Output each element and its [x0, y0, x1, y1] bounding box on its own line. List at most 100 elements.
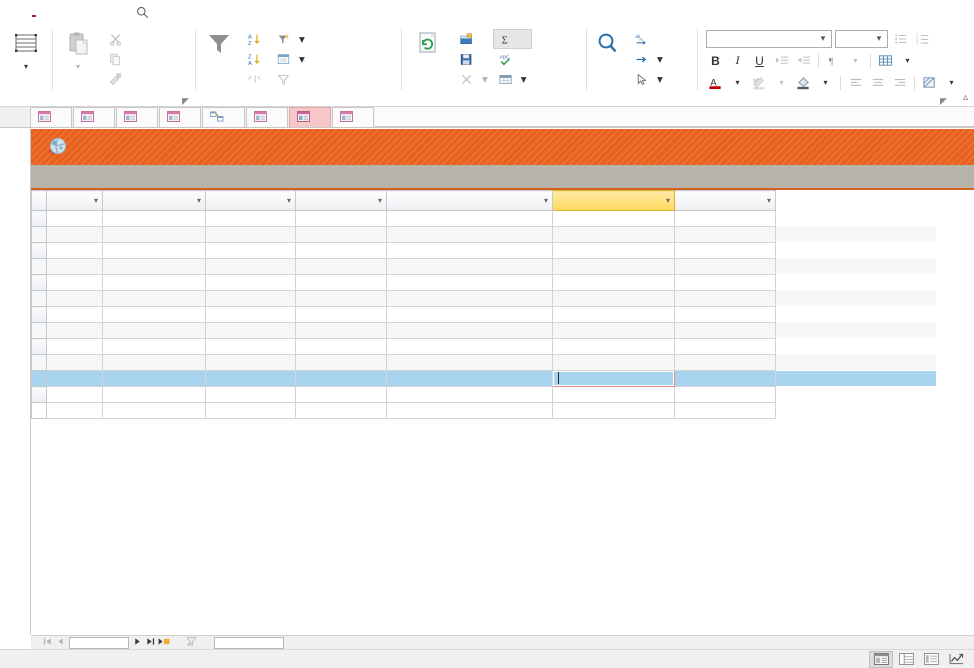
cell-job-title[interactable] [674, 226, 776, 243]
cell-last-name[interactable] [295, 386, 387, 403]
chevron-down-icon[interactable]: ▾ [657, 52, 663, 66]
table-row[interactable] [31, 274, 936, 291]
cell-phone[interactable] [552, 242, 675, 259]
cell-id[interactable] [46, 354, 103, 371]
cell-job-title[interactable] [674, 338, 776, 355]
cell-id[interactable] [46, 306, 103, 323]
doc-tab-home[interactable] [30, 107, 72, 127]
chevron-down-icon[interactable]: ▾ [666, 196, 670, 205]
text-formatting-dialog-launcher[interactable]: ◤ [940, 96, 950, 106]
cell-email[interactable] [386, 370, 553, 387]
cell-phone[interactable] [552, 274, 675, 291]
alternate-row-color-dropdown[interactable]: ▾ [942, 73, 961, 92]
expand-navigation-pane-button[interactable] [0, 106, 30, 127]
bullets-button[interactable] [891, 29, 910, 48]
tell-me-search[interactable] [136, 6, 155, 19]
select-button[interactable]: ▾ [629, 69, 668, 89]
cell-company[interactable] [102, 210, 206, 227]
italic-button[interactable]: I [728, 51, 747, 70]
cell-id[interactable] [46, 226, 103, 243]
cell-new-record[interactable] [46, 386, 103, 403]
row-selector[interactable] [31, 226, 47, 243]
search-input[interactable] [214, 636, 284, 649]
chevron-down-icon[interactable]: ▾ [299, 52, 305, 66]
first-record-button[interactable] [41, 637, 54, 648]
totals-phone[interactable] [552, 402, 675, 419]
cell-first-name[interactable] [205, 258, 296, 275]
chevron-down-icon[interactable]: ▾ [299, 32, 305, 46]
menu-item-home[interactable] [24, 9, 44, 17]
cell-company[interactable] [102, 370, 206, 387]
row-selector[interactable] [31, 322, 47, 339]
cell-id[interactable] [46, 322, 103, 339]
cell-phone[interactable] [552, 210, 675, 227]
cell-email[interactable] [386, 274, 553, 291]
table-row[interactable] [31, 306, 936, 323]
cell-last-name[interactable] [295, 274, 387, 291]
cell-last-name[interactable] [295, 290, 387, 307]
chevron-down-icon[interactable]: ▾ [815, 33, 831, 44]
chevron-down-icon[interactable]: ▾ [544, 196, 548, 205]
chevron-down-icon[interactable]: ▾ [76, 63, 80, 71]
doc-tab-inventory-list[interactable] [73, 107, 115, 127]
cell-company[interactable] [102, 258, 206, 275]
cell-company[interactable] [102, 338, 206, 355]
cell-first-name[interactable] [205, 322, 296, 339]
row-selector[interactable] [31, 290, 47, 307]
column-header-job-title[interactable]: ▾ [674, 190, 776, 211]
cell-email[interactable] [386, 386, 553, 403]
cell-first-name[interactable] [205, 386, 296, 403]
text-highlight-dropdown[interactable]: ▾ [772, 73, 791, 92]
cell-company[interactable] [102, 226, 206, 243]
cell-job-title[interactable] [674, 274, 776, 291]
chevron-down-icon[interactable]: ▾ [521, 72, 527, 86]
cell-job-title[interactable] [674, 306, 776, 323]
totals-job-title[interactable] [674, 402, 776, 419]
select-all-corner[interactable] [31, 190, 47, 211]
cell-email[interactable] [386, 242, 553, 259]
doc-tab-supplier-list[interactable] [289, 107, 331, 127]
cell-id[interactable] [46, 242, 103, 259]
cell-job-title[interactable] [674, 210, 776, 227]
cell-company[interactable] [102, 386, 206, 403]
new-record-row[interactable] [31, 386, 936, 403]
table-row-selected[interactable] [31, 370, 936, 387]
align-left-button[interactable] [846, 73, 865, 92]
menu-item-help[interactable] [104, 9, 124, 16]
new-record-selector[interactable] [31, 386, 47, 403]
row-selector[interactable] [31, 354, 47, 371]
row-selector-current[interactable] [31, 370, 47, 387]
navigation-pane[interactable] [0, 129, 31, 635]
cell-company[interactable] [102, 306, 206, 323]
more-button[interactable]: ▾ [493, 69, 532, 89]
totals-company[interactable] [102, 402, 206, 419]
cell-id[interactable] [46, 290, 103, 307]
cell-job-title[interactable] [674, 322, 776, 339]
cell-phone[interactable] [552, 258, 675, 275]
table-row[interactable] [31, 290, 936, 307]
refresh-all-button[interactable] [402, 27, 454, 62]
cell-phone[interactable] [552, 322, 675, 339]
decrease-indent-button[interactable] [794, 51, 813, 70]
cell-phone[interactable] [552, 226, 675, 243]
advanced-filter-button[interactable]: ▾ [271, 49, 310, 69]
cell-first-name[interactable] [205, 370, 296, 387]
cell-phone-editing[interactable] [552, 370, 675, 387]
menu-item-file[interactable] [4, 9, 24, 16]
column-header-id[interactable]: ▾ [46, 190, 103, 211]
remove-sort-button[interactable]: A [242, 69, 271, 89]
row-selector[interactable] [31, 338, 47, 355]
find-button[interactable] [587, 27, 629, 62]
chevron-down-icon[interactable]: ▾ [287, 196, 291, 205]
column-header-first-name[interactable]: ▾ [205, 190, 296, 211]
selection-button[interactable]: ▾ [271, 29, 310, 49]
underline-button[interactable]: U [750, 51, 769, 70]
cell-company[interactable] [102, 274, 206, 291]
cell-job-title[interactable] [674, 370, 776, 387]
pivot-table-view-button[interactable] [894, 651, 918, 668]
cell-last-name[interactable] [295, 258, 387, 275]
cell-job-title[interactable] [674, 290, 776, 307]
cell-email[interactable] [386, 322, 553, 339]
cell-first-name[interactable] [205, 354, 296, 371]
totals-email[interactable] [386, 402, 553, 419]
